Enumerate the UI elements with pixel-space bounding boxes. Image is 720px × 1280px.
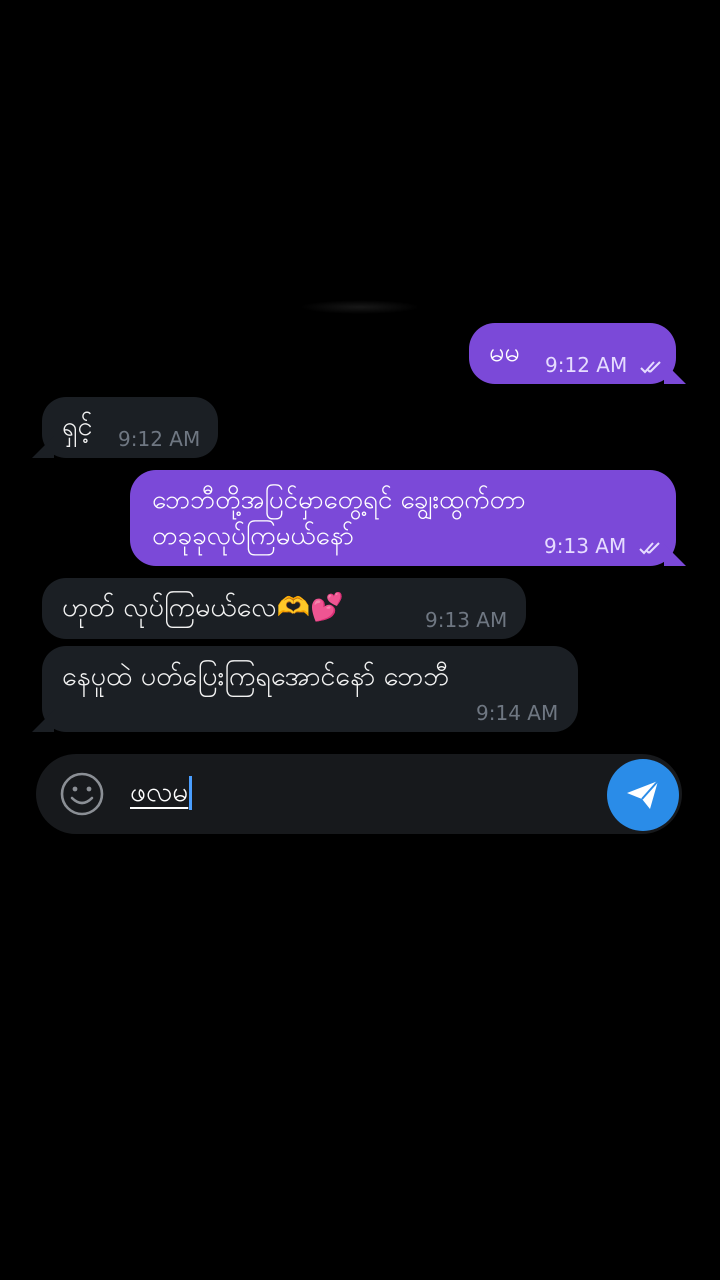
bubble-tail	[32, 710, 54, 732]
message-bubble-outgoing[interactable]: ဘေဘီတို့အပြင်မှာတွေ့ရင် ချွေးထွက်တာ တခုခ…	[130, 470, 686, 566]
double-check-icon	[639, 360, 661, 373]
message-text: နေပူထဲ ပတ်ပြေးကြရအောင်နော် ဘေဘီ	[62, 661, 450, 692]
message-text-line-1: ဘေဘီတို့အပြင်မှာတွေ့ရင် ချွေးထွက်တာ	[152, 485, 526, 515]
message-text: မမ	[489, 337, 520, 368]
paper-plane-icon	[627, 780, 659, 809]
send-button[interactable]	[607, 759, 679, 831]
message-bubble-incoming[interactable]: ရှင့် 9:12 AM	[32, 397, 218, 458]
message-time: 9:13 AM	[544, 534, 627, 558]
message-meta: 9:12 AM	[545, 353, 668, 377]
message-input[interactable]: ဖလမ	[130, 772, 193, 812]
message-time: 9:12 AM	[118, 427, 201, 451]
text-caret	[189, 776, 193, 810]
message-composer[interactable]: ဖလမ	[36, 754, 682, 834]
bubble-tail	[664, 544, 686, 566]
message-time: 9:13 AM	[425, 608, 508, 632]
message-time: 9:14 AM	[476, 701, 559, 725]
bubble-tail	[32, 436, 54, 458]
message-text: ဟုတ် လုပ်ကြမယ်လေ🫶💕	[62, 592, 344, 623]
message-bubble-outgoing[interactable]: မမ 9:12 AM	[469, 323, 686, 384]
chat-screen: မမ 9:12 AM ရှင့် 9:12 AM ဘေဘီတို့အပြင်မှ…	[0, 0, 720, 1280]
message-meta: 9:13 AM	[544, 534, 667, 558]
message-text: ရှင့်	[62, 411, 93, 442]
smiley-icon[interactable]	[58, 770, 106, 818]
double-check-icon	[638, 541, 660, 554]
top-shadow	[300, 300, 420, 314]
message-bubble-incoming[interactable]: နေပူထဲ ပတ်ပြေးကြရအောင်နော် ဘေဘီ 9:14 AM	[32, 646, 578, 732]
bubble-tail	[664, 362, 686, 384]
message-bubble-incoming[interactable]: ဟုတ် လုပ်ကြမယ်လေ🫶💕 9:13 AM	[42, 578, 526, 639]
message-input-text: ဖလမ	[130, 775, 189, 808]
message-text-line-2: တခုခုလုပ်ကြမယ်နော်	[152, 521, 354, 551]
message-time: 9:12 AM	[545, 353, 628, 377]
